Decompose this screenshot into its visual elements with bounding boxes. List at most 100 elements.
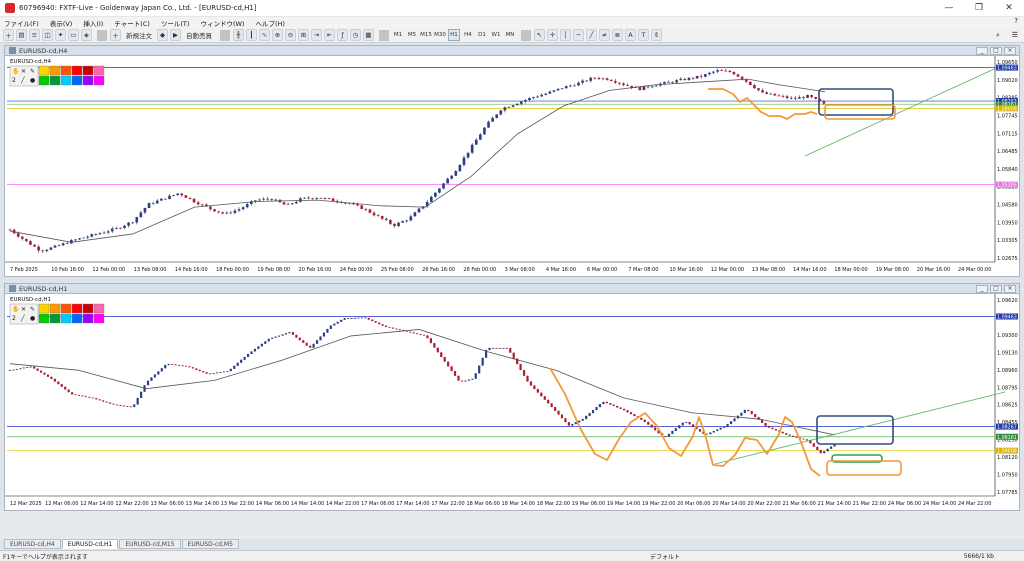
timeframe-h1[interactable]: H1 (448, 29, 460, 41)
tab-eurusd-m15[interactable]: EURUSD-cd,M15 (119, 539, 181, 549)
candle-body (367, 317, 370, 320)
candle-body (53, 245, 57, 248)
timeframe-w1[interactable]: W1 (490, 29, 502, 41)
account-icon[interactable]: ☰ (1012, 31, 1018, 39)
candle-body (262, 198, 265, 200)
templates-icon[interactable]: ▦ (363, 29, 374, 41)
candle-body (573, 85, 576, 87)
chart-minimize-button[interactable]: _ (976, 285, 988, 293)
chart-maximize-button[interactable]: □ (990, 47, 1002, 55)
close-button[interactable]: ✕ (994, 0, 1024, 17)
palette-tool-icon: ╱ (20, 314, 25, 322)
chart-close-button[interactable]: × (1004, 47, 1016, 55)
maximize-button[interactable]: ❐ (964, 0, 994, 17)
menu-tools[interactable]: ツール(T) (161, 18, 190, 28)
minimize-button[interactable]: — (934, 0, 964, 17)
price-chart-h4[interactable]: 1.096501.090201.083851.077451.071151.064… (5, 56, 1019, 276)
help-icon[interactable]: ? (1014, 17, 1018, 25)
tab-eurusd-h4[interactable]: EURUSD-cd,H4 (4, 539, 61, 549)
candle-body (415, 333, 419, 335)
terminal-icon[interactable]: ▭ (68, 29, 79, 41)
status-profile[interactable]: デフォルト (650, 552, 680, 561)
line-chart-icon[interactable]: ∿ (259, 29, 270, 41)
candle-body (569, 85, 572, 87)
candle-body (164, 364, 167, 369)
candle-body (26, 367, 29, 368)
timeframe-m30[interactable]: M30 (434, 29, 446, 41)
zoom-out-icon[interactable]: ⊖ (285, 29, 296, 41)
tab-eurusd-m5[interactable]: EURUSD-cd,M5 (181, 539, 239, 549)
chart-window-h1[interactable]: EURUSD-cd,H1 _ □ × 1.096201.094651.09300… (4, 283, 1020, 511)
cursor-icon[interactable]: ↖ (534, 29, 545, 41)
x-tick-label: 24 Mar 22:00 (958, 501, 991, 507)
chart-shift-icon[interactable]: ⇤ (324, 29, 335, 41)
chart-minimize-button[interactable]: _ (976, 47, 988, 55)
menu-view[interactable]: 表示(V) (50, 18, 73, 28)
chart-window-h4[interactable]: EURUSD-cd,H4 _ □ × 1.096501.090201.08385… (4, 45, 1020, 277)
profiles-icon[interactable]: ▤ (16, 29, 27, 41)
candle-body (552, 90, 556, 92)
new-order-button[interactable]: 新規注文 (123, 29, 155, 41)
candle-body (478, 365, 481, 374)
candle-body (467, 379, 470, 381)
price-tag-label: 1.09463 (997, 315, 1017, 321)
timeframe-m15[interactable]: M15 (420, 29, 432, 41)
app-icon (5, 3, 15, 13)
candle-body (474, 373, 477, 379)
candle-body (192, 198, 196, 203)
chart-close-button[interactable]: × (1004, 285, 1016, 293)
menu-insert[interactable]: 挿入(I) (83, 18, 103, 28)
crosshair-icon[interactable]: ✛ (547, 29, 558, 41)
autoscroll-icon[interactable]: ⇥ (311, 29, 322, 41)
tile-windows-icon[interactable]: ⊞ (298, 29, 309, 41)
candle-body (160, 368, 163, 372)
price-chart-h1[interactable]: 1.096201.094651.093001.091301.089601.087… (5, 294, 1019, 510)
timeframe-d1[interactable]: D1 (476, 29, 488, 41)
chart-maximize-button[interactable]: □ (990, 285, 1002, 293)
fibonacci-icon[interactable]: ≣ (612, 29, 623, 41)
zoom-in-icon[interactable]: ⊕ (272, 29, 283, 41)
candlestick-icon[interactable]: ┃ (246, 29, 257, 41)
channel-icon[interactable]: ≠ (599, 29, 610, 41)
candle-body (143, 207, 147, 213)
horizontal-line-icon[interactable]: ─ (573, 29, 584, 41)
y-tick-label: 1.09020 (997, 78, 1018, 84)
periods-icon[interactable]: ◷ (350, 29, 361, 41)
x-tick-label: 20 Mar 22:00 (747, 501, 780, 507)
market-watch-icon[interactable]: ≡ (29, 29, 40, 41)
trendline-icon[interactable]: ╱ (586, 29, 597, 41)
candle-body (422, 334, 426, 336)
tab-eurusd-h1[interactable]: EURUSD-cd,H1 (61, 539, 119, 549)
new-chart-icon[interactable]: ＋ (3, 29, 14, 41)
menu-file[interactable]: ファイル(F) (4, 18, 39, 28)
search-icon[interactable]: ⌕ (996, 31, 1000, 40)
candle-body (675, 80, 678, 83)
new-order-icon[interactable]: ＋ (110, 29, 121, 41)
timeframe-mn[interactable]: MN (504, 29, 516, 41)
data-window-icon[interactable]: ◫ (42, 29, 53, 41)
tester-icon[interactable]: ◈ (81, 29, 92, 41)
candle-body (544, 93, 548, 95)
auto-trading-icon[interactable]: ▶ (170, 29, 181, 41)
timeframe-m5[interactable]: M5 (406, 29, 418, 41)
candle-body (760, 419, 764, 423)
timeframe-m1[interactable]: M1 (392, 29, 404, 41)
candle-body (95, 398, 98, 400)
auto-trading-button[interactable]: 自動売買 (183, 29, 215, 41)
label-tool-icon[interactable]: T (638, 29, 649, 41)
indicators-icon[interactable]: ƒ (337, 29, 348, 41)
candle-body (372, 212, 376, 216)
bar-chart-icon[interactable]: ╫ (233, 29, 244, 41)
candle-body (155, 200, 159, 204)
menu-help[interactable]: ヘルプ(H) (255, 18, 284, 28)
text-tool-icon[interactable]: A (625, 29, 636, 41)
vertical-line-icon[interactable]: │ (560, 29, 571, 41)
meta-editor-icon[interactable]: ◆ (157, 29, 168, 41)
candle-body (595, 407, 598, 411)
timeframe-h4[interactable]: H4 (462, 29, 474, 41)
arrows-icon[interactable]: ⇕ (651, 29, 662, 41)
navigator-icon[interactable]: ✦ (55, 29, 66, 41)
menu-chart[interactable]: チャート(C) (114, 18, 150, 28)
candle-body (374, 321, 377, 323)
menu-window[interactable]: ウィンドウ(W) (200, 18, 244, 28)
